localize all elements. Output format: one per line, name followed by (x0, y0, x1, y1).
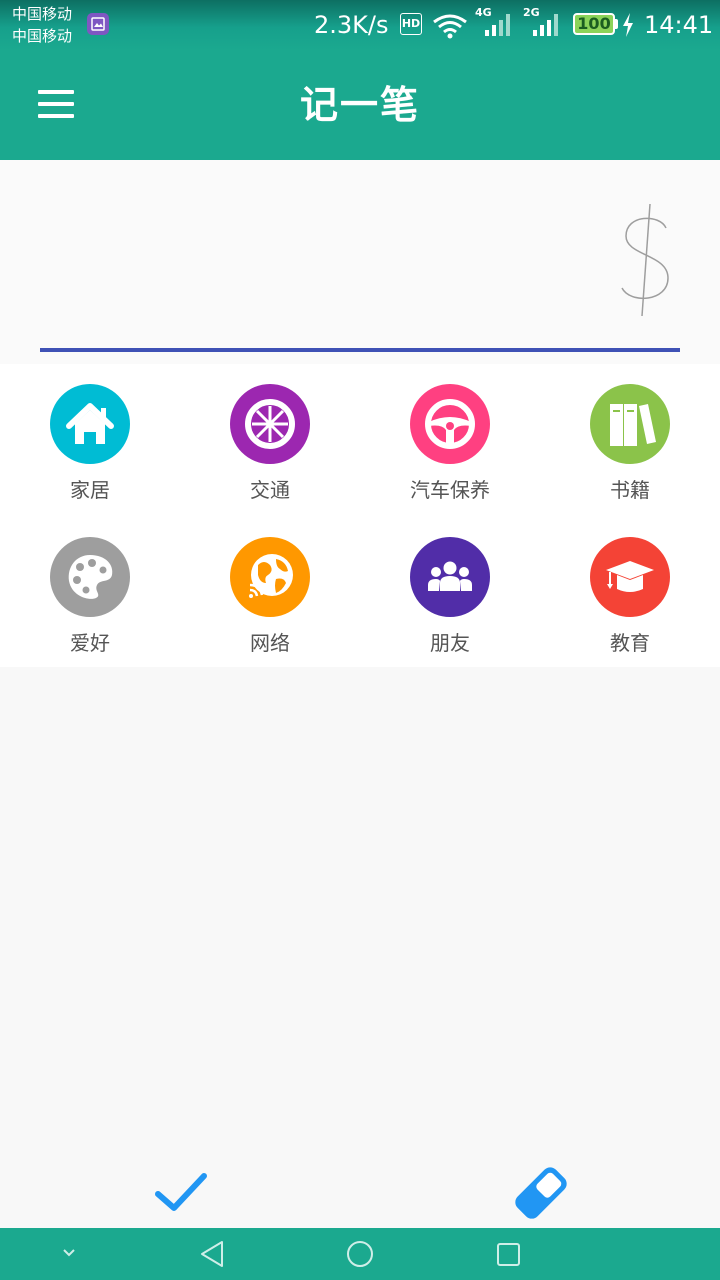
nav-recents-button[interactable] (468, 1228, 548, 1280)
page-title: 记一笔 (299, 83, 420, 127)
back-triangle-icon (201, 1241, 223, 1267)
amount-section (0, 160, 720, 364)
category-label: 爱好 (70, 631, 110, 655)
app-bar: 记一笔 (0, 50, 720, 160)
gallery-notification-icon (87, 13, 109, 35)
nav-home-button[interactable] (320, 1228, 400, 1280)
signal-icon-sim1 (485, 14, 510, 36)
category-item-network[interactable]: 网络 (180, 517, 360, 657)
carrier-label-1: 中国移动 (12, 5, 73, 23)
people-icon (410, 537, 490, 617)
category-label: 汽车保养 (410, 478, 490, 502)
wifi-icon (433, 14, 467, 39)
nav-collapse-button[interactable] (30, 1228, 110, 1280)
steering-wheel-icon (410, 384, 490, 464)
home-circle-icon (347, 1241, 373, 1267)
category-grid: 家居 交通 汽车保养 书籍 爱好 网络 朋友 教育 (0, 364, 720, 667)
category-item-transport[interactable]: 交通 (180, 364, 360, 504)
status-bar: 中国移动 中国移动 2.3K/s HD 4G 2G 100 14:41 (0, 0, 720, 50)
confirm-button[interactable] (150, 1166, 214, 1222)
category-item-books[interactable]: 书籍 (540, 364, 720, 504)
system-nav-bar (0, 1228, 720, 1280)
wheel-icon (230, 384, 310, 464)
graduation-cap-icon (590, 537, 670, 617)
dollar-icon (621, 203, 669, 317)
category-label: 交通 (250, 478, 290, 502)
chevron-down-icon (63, 1249, 75, 1257)
category-label: 网络 (250, 631, 290, 655)
category-item-home[interactable]: 家居 (0, 364, 180, 504)
signal-icon-sim2 (533, 14, 558, 36)
charging-bolt-icon (623, 13, 633, 37)
category-label: 教育 (610, 631, 650, 655)
category-label: 书籍 (610, 478, 650, 502)
palette-icon (50, 537, 130, 617)
clear-button[interactable] (506, 1160, 576, 1226)
hd-badge: HD (400, 13, 422, 35)
category-item-education[interactable]: 教育 (540, 517, 720, 657)
battery-level: 100 (573, 13, 615, 35)
recents-square-icon (497, 1243, 520, 1266)
amount-input[interactable] (40, 200, 614, 302)
category-item-car-maintenance[interactable]: 汽车保养 (360, 364, 540, 504)
house-icon (50, 384, 130, 464)
category-item-hobby[interactable]: 爱好 (0, 517, 180, 657)
carrier-label-2: 中国移动 (12, 27, 73, 45)
network-speed: 2.3K/s (314, 11, 389, 39)
status-clock: 14:41 (644, 11, 714, 39)
checkmark-icon (155, 1173, 207, 1211)
globe-network-icon (230, 537, 310, 617)
eraser-icon (515, 1167, 567, 1219)
category-label: 朋友 (430, 631, 470, 655)
category-label: 家居 (70, 478, 110, 502)
category-item-friends[interactable]: 朋友 (360, 517, 540, 657)
battery-tip (615, 19, 618, 29)
books-icon (590, 384, 670, 464)
amount-underline (40, 348, 680, 352)
nav-back-button[interactable] (172, 1228, 252, 1280)
